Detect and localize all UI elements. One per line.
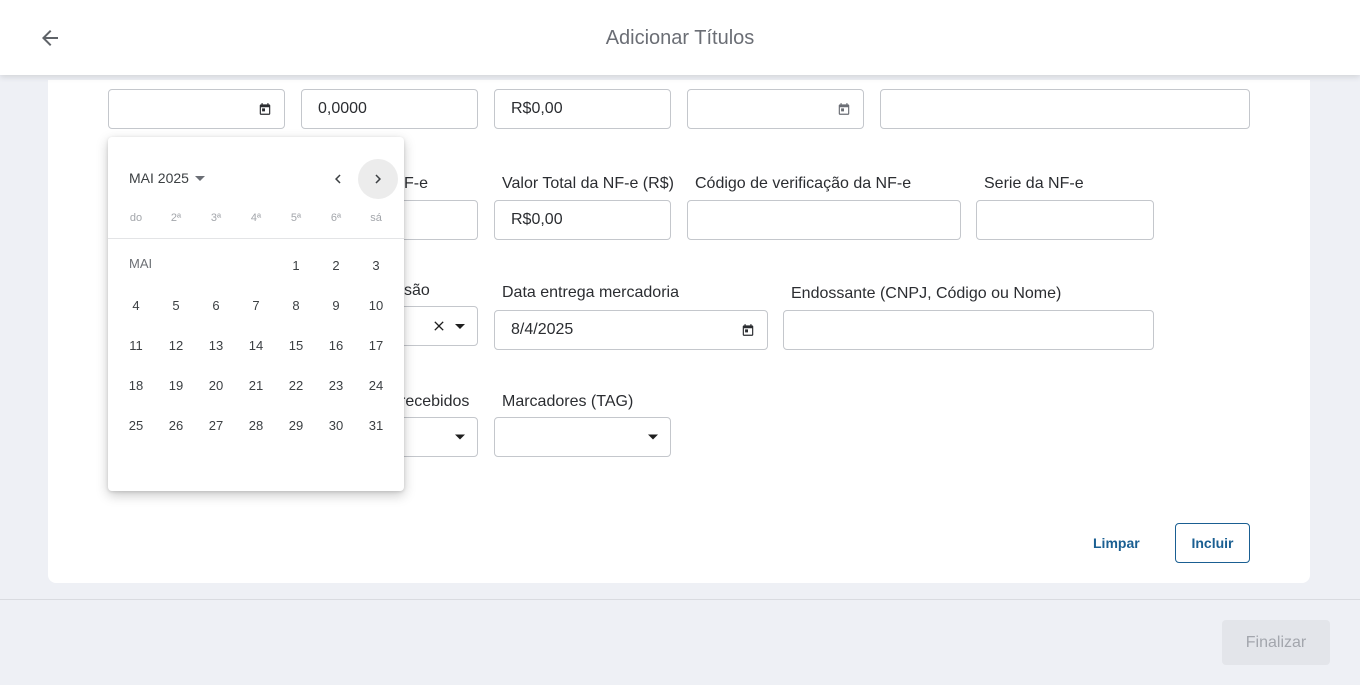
- next-month-button[interactable]: [358, 159, 398, 199]
- calendar-grid: 1 2 3 4 5 6 7 8 9 10 11 12 13 14 15 16 17 18 19 20 21 22 23 24 2…: [116, 245, 396, 445]
- calendar-day[interactable]: 8: [276, 285, 316, 325]
- calendar-day[interactable]: 11: [116, 325, 156, 365]
- weekday-label: 6ª: [330, 212, 342, 224]
- calendar-day[interactable]: 26: [156, 405, 196, 445]
- chevron-down-icon[interactable]: [455, 434, 465, 440]
- date-picker-popup: MAI 2025 do 2ª 3ª 4ª 5ª 6ª sá MAI 1 2 3 4 5 6 7 8 9 10 1…: [108, 137, 404, 491]
- top-app-bar: Adicionar Títulos: [0, 0, 1360, 75]
- calendar-day[interactable]: 3: [356, 245, 396, 285]
- close-icon[interactable]: [431, 318, 447, 334]
- date-field-2[interactable]: [687, 89, 864, 129]
- calendar-day[interactable]: 13: [196, 325, 236, 365]
- delivery-date-label: Data entrega mercadoria: [502, 284, 679, 301]
- calendar-day[interactable]: 21: [236, 365, 276, 405]
- weekday-label: 5ª: [290, 212, 302, 224]
- text-field-row1[interactable]: [880, 89, 1250, 129]
- chevron-down-icon: [194, 175, 205, 181]
- received-label: recebidos: [400, 393, 470, 410]
- calendar-day[interactable]: 28: [236, 405, 276, 445]
- chevron-down-icon[interactable]: [455, 323, 465, 329]
- nfe-total-field[interactable]: R$0,00: [494, 200, 671, 240]
- chevron-down-icon[interactable]: [648, 434, 658, 440]
- calendar-empty-cell: [116, 245, 156, 285]
- emission-label: são: [404, 282, 430, 299]
- calendar-day[interactable]: 18: [116, 365, 156, 405]
- calendar-empty-cell: [236, 245, 276, 285]
- nfe-code-field[interactable]: [687, 200, 961, 240]
- nfe-number-label: F-e: [404, 175, 428, 192]
- calendar-day[interactable]: 2: [316, 245, 356, 285]
- nfe-total-label: Valor Total da NF-e (R$): [502, 175, 674, 192]
- amount-field[interactable]: R$0,00: [494, 89, 671, 129]
- calendar-day[interactable]: 19: [156, 365, 196, 405]
- calendar-day[interactable]: 16: [316, 325, 356, 365]
- nfe-code-label: Código de verificação da NF-e: [695, 175, 912, 192]
- weekday-label: 3ª: [210, 212, 222, 224]
- calendar-day[interactable]: 6: [196, 285, 236, 325]
- chevron-right-icon: [375, 174, 381, 184]
- endorser-label: Endossante (CNPJ, Código ou Nome): [791, 285, 1062, 302]
- include-button[interactable]: Incluir: [1175, 523, 1250, 563]
- weekday-label: do: [129, 212, 143, 224]
- calendar-day[interactable]: 5: [156, 285, 196, 325]
- calendar-day[interactable]: 30: [316, 405, 356, 445]
- rate-value: 0,0000: [318, 100, 367, 117]
- calendar-day[interactable]: 1: [276, 245, 316, 285]
- calendar-day[interactable]: 22: [276, 365, 316, 405]
- tags-select[interactable]: [494, 417, 671, 457]
- month-year-label: MAI 2025: [129, 170, 189, 186]
- nfe-total-value: R$0,00: [511, 211, 563, 228]
- calendar-day[interactable]: 7: [236, 285, 276, 325]
- endorser-field[interactable]: [783, 310, 1154, 350]
- weekday-label: 4ª: [250, 212, 262, 224]
- calendar-day[interactable]: 15: [276, 325, 316, 365]
- calendar-day[interactable]: 17: [356, 325, 396, 365]
- calendar-day[interactable]: 25: [116, 405, 156, 445]
- delivery-date-value: 8/4/2025: [511, 321, 574, 338]
- calendar-icon[interactable]: [258, 102, 272, 116]
- calendar-empty-cell: [196, 245, 236, 285]
- calendar-day[interactable]: 20: [196, 365, 236, 405]
- previous-month-button[interactable]: [318, 159, 358, 199]
- calendar-day[interactable]: 12: [156, 325, 196, 365]
- rate-field[interactable]: 0,0000: [301, 89, 478, 129]
- weekday-label: sá: [370, 212, 382, 224]
- calendar-divider: [108, 238, 404, 239]
- tags-label: Marcadores (TAG): [502, 393, 634, 410]
- delivery-date-field[interactable]: 8/4/2025: [494, 310, 768, 350]
- calendar-day[interactable]: 23: [316, 365, 356, 405]
- nfe-series-label: Serie da NF-e: [984, 175, 1084, 192]
- calendar-day[interactable]: 29: [276, 405, 316, 445]
- weekday-label: 2ª: [170, 212, 182, 224]
- calendar-icon[interactable]: [741, 323, 755, 337]
- page-title: Adicionar Títulos: [605, 27, 755, 49]
- calendar-icon[interactable]: [837, 102, 851, 116]
- nfe-series-field[interactable]: [976, 200, 1154, 240]
- finish-button[interactable]: Finalizar: [1222, 620, 1330, 665]
- clear-button[interactable]: Limpar: [1093, 535, 1140, 551]
- month-year-selector[interactable]: MAI 2025: [129, 170, 205, 186]
- calendar-day[interactable]: 10: [356, 285, 396, 325]
- calendar-day[interactable]: 14: [236, 325, 276, 365]
- weekday-header: do 2ª 3ª 4ª 5ª 6ª sá: [116, 212, 396, 228]
- calendar-day[interactable]: 24: [356, 365, 396, 405]
- amount-value: R$0,00: [511, 100, 563, 117]
- calendar-day[interactable]: 27: [196, 405, 236, 445]
- calendar-day[interactable]: 31: [356, 405, 396, 445]
- date-field-1[interactable]: [108, 89, 285, 129]
- footer-divider: [0, 599, 1360, 600]
- calendar-empty-cell: [156, 245, 196, 285]
- calendar-day[interactable]: 9: [316, 285, 356, 325]
- chevron-left-icon: [335, 174, 341, 184]
- calendar-day[interactable]: 4: [116, 285, 156, 325]
